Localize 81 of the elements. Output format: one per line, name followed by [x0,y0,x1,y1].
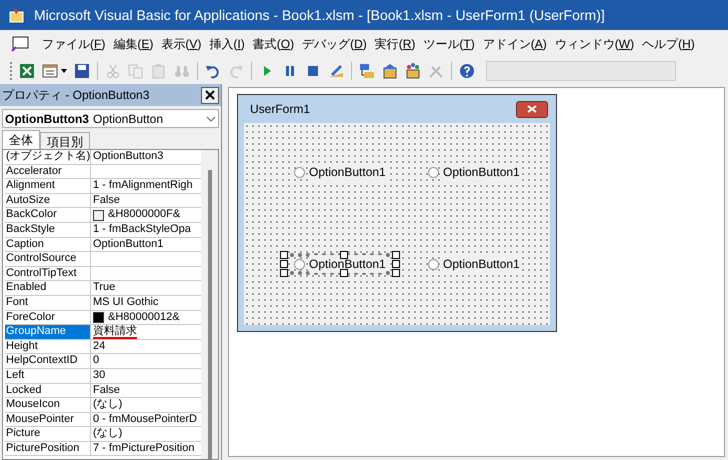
property-name[interactable]: Picture [5,427,91,441]
window-title: Microsoft Visual Basic for Applications - Book1.xlsm - [Book1.xlsm - UserForm1 (UserForm)] [34,6,605,25]
chevron-icon [206,116,216,122]
close-icon [527,105,537,113]
property-name[interactable]: ControlTipText [5,266,91,280]
undo-icon [205,63,221,79]
app-icon [8,6,26,24]
caret-icon [61,69,67,73]
scrollbar[interactable] [201,150,218,459]
property-name[interactable]: Accelerator [5,164,91,178]
property-value[interactable]: True [93,281,116,295]
property-value[interactable]: &H80000012& [108,310,180,324]
code-window-icon[interactable] [10,35,30,53]
properties-tab[interactable]: 項目別 [40,132,90,149]
property-name[interactable]: AutoSize [5,194,91,208]
stop-icon [305,63,321,79]
properties-tab[interactable]: 全体 [2,130,40,149]
property-name[interactable]: Left [5,368,91,382]
menu-item[interactable]: 実行(R) [370,35,420,53]
menu-item[interactable]: ツール(T) [419,35,479,53]
property-name[interactable]: Locked [5,384,91,398]
property-value[interactable]: (なし) [93,427,122,441]
property-name[interactable]: Height [5,340,91,354]
property-value[interactable]: 1 - fmAlignmentRigh [93,179,193,193]
menu-item[interactable]: ヘルプ(H) [638,35,699,53]
option-button[interactable]: OptionButton1 [282,253,398,275]
property-name[interactable]: MousePointer [5,412,91,426]
save-icon [74,63,90,79]
object-dropdown[interactable]: OptionButton3 OptionButton [2,109,219,128]
menu-item[interactable]: ウィンドウ(W) [550,35,638,53]
menu-item[interactable]: 編集(E) [109,35,158,53]
property-value[interactable]: False [93,194,120,208]
property-value[interactable]: 0 [93,354,100,368]
menu-item[interactable]: アドイン(A) [478,35,551,53]
menu-item[interactable]: 書式(O) [248,35,298,53]
property-name[interactable]: PicturePosition [5,442,91,456]
copy-icon [128,63,144,79]
form-icon [42,63,58,79]
property-name[interactable]: GroupName [5,325,91,339]
property-name[interactable]: Font [5,296,91,310]
property-name[interactable]: MouseIcon [5,398,91,412]
close-icon [205,90,215,100]
excel-icon [19,63,35,79]
close-button[interactable] [201,86,219,104]
redo-icon [228,63,244,79]
property-name[interactable]: BackStyle [5,222,91,237]
property-value[interactable]: False [93,384,120,398]
property-name[interactable]: Alignment [5,179,91,193]
property-value[interactable]: &H8000000F& [108,208,180,222]
menu-item[interactable]: 表示(V) [157,35,206,53]
property-value[interactable]: 30 [93,368,106,382]
property-value[interactable]: 1 - fmBackStyleOpa [93,222,191,237]
menu-item[interactable]: デバッグ(D) [298,35,371,53]
property-name[interactable]: Enabled [5,281,91,295]
property-value[interactable]: (なし) [93,398,122,412]
resize-handle[interactable] [340,251,348,259]
property-name[interactable]: BackColor [5,208,91,222]
form-title: UserForm1 [250,101,310,118]
property-value[interactable]: 資料請求 [93,325,137,339]
scissors-icon [105,63,121,79]
ruler-pencil-icon [328,63,344,79]
property-value[interactable]: 0 - fmMousePointerD [93,412,197,426]
property-value[interactable]: MS UI Gothic [93,296,158,310]
property-name[interactable]: HelpContextID [5,354,91,368]
property-value[interactable]: OptionButton3 [93,150,164,164]
property-name[interactable]: ControlSource [5,252,91,266]
property-value[interactable]: OptionButton1 [93,238,164,252]
resize-handle[interactable] [340,269,348,277]
menu-item[interactable]: 挿入(I) [205,35,249,53]
close-button[interactable] [516,100,548,118]
help-icon [459,63,475,79]
property-name[interactable]: (オブジェクト名) [5,150,91,164]
property-name[interactable]: Caption [5,238,91,252]
panel-title: プロパティ - OptionButton3 [2,87,150,104]
property-value[interactable]: 24 [93,340,106,354]
menu-item[interactable]: ファイル(F) [38,35,110,53]
project-tree-icon [359,63,375,79]
clipboard-icon [151,63,167,79]
property-name[interactable]: ForeColor [5,310,91,324]
toolbar-combo-field[interactable] [486,61,676,81]
property-value[interactable]: 7 - fmPicturePosition [93,442,194,456]
